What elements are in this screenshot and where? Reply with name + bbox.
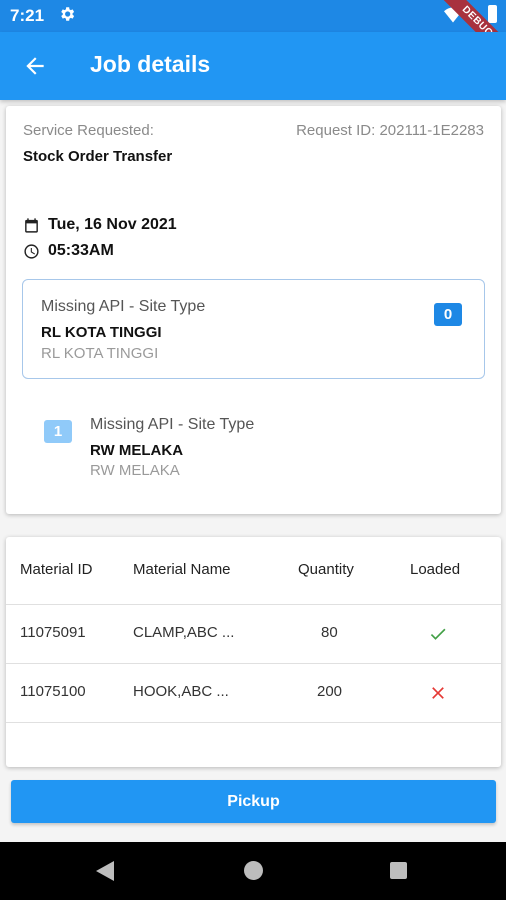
status-time: 7:21: [10, 6, 45, 25]
system-nav-bar: [0, 842, 506, 900]
pickup-button[interactable]: Pickup: [11, 780, 496, 823]
settings-icon: [61, 7, 75, 21]
cross-icon: [432, 687, 444, 699]
page-title: Job details: [90, 51, 211, 77]
battery-icon: [488, 5, 497, 23]
request-id: Request ID: 202111-1E2283: [296, 122, 484, 139]
materials-table: Material ID Material Name Quantity Loade…: [6, 537, 501, 767]
stop-index-badge: 1: [44, 420, 72, 443]
column-header-loaded: Loaded: [410, 561, 461, 578]
stop-item[interactable]: 1 Missing API - Site Type RW MELAKA RW M…: [22, 396, 485, 486]
check-icon: [430, 628, 446, 640]
stop-type: Missing API - Site Type: [90, 416, 255, 433]
job-date: Tue, 16 Nov 2021: [48, 216, 177, 233]
job-date-row: Tue, 16 Nov 2021: [23, 216, 177, 234]
stop-index-badge: 0: [434, 303, 462, 326]
column-header-material-id: Material ID: [20, 561, 93, 578]
clock-icon: [24, 243, 39, 259]
material-id: 11075100: [20, 683, 86, 700]
nav-recent-apps-icon[interactable]: [390, 862, 407, 879]
job-info-card: Service Requested: Request ID: 202111-1E…: [6, 106, 501, 514]
column-header-quantity: Quantity: [298, 561, 354, 578]
stop-item-active[interactable]: Missing API - Site Type RL KOTA TINGGI R…: [22, 279, 485, 379]
status-bar: 7:21 DEBUG: [0, 0, 506, 67]
calendar-icon: [25, 217, 38, 233]
material-quantity: 200: [317, 683, 343, 700]
job-time-row: 05:33AM: [23, 242, 114, 260]
table-header: Material ID Material Name Quantity Loade…: [6, 537, 501, 605]
stop-name: RW MELAKA: [90, 442, 184, 459]
stop-name: RL KOTA TINGGI: [41, 324, 162, 341]
stop-subtitle: RW MELAKA: [90, 462, 180, 479]
material-name: CLAMP,ABC ...: [133, 624, 235, 641]
material-id: 11075091: [20, 624, 86, 641]
table-row: 11075100 HOOK,ABC ... 200: [6, 664, 501, 723]
material-name: HOOK,ABC ...: [133, 683, 229, 700]
app-bar: Job details: [0, 32, 506, 100]
stop-type: Missing API - Site Type: [41, 298, 206, 315]
nav-back-icon[interactable]: [96, 861, 114, 881]
back-arrow-icon[interactable]: [22, 53, 48, 79]
material-quantity: 80: [321, 624, 338, 641]
service-value: Stock Order Transfer: [23, 148, 173, 165]
nav-home-icon[interactable]: [244, 861, 263, 880]
table-row: 11075091 CLAMP,ABC ... 80: [6, 605, 501, 664]
stop-subtitle: RL KOTA TINGGI: [41, 345, 159, 362]
service-requested-label: Service Requested:: [23, 122, 154, 139]
job-time: 05:33AM: [48, 242, 114, 259]
column-header-material-name: Material Name: [133, 561, 231, 578]
